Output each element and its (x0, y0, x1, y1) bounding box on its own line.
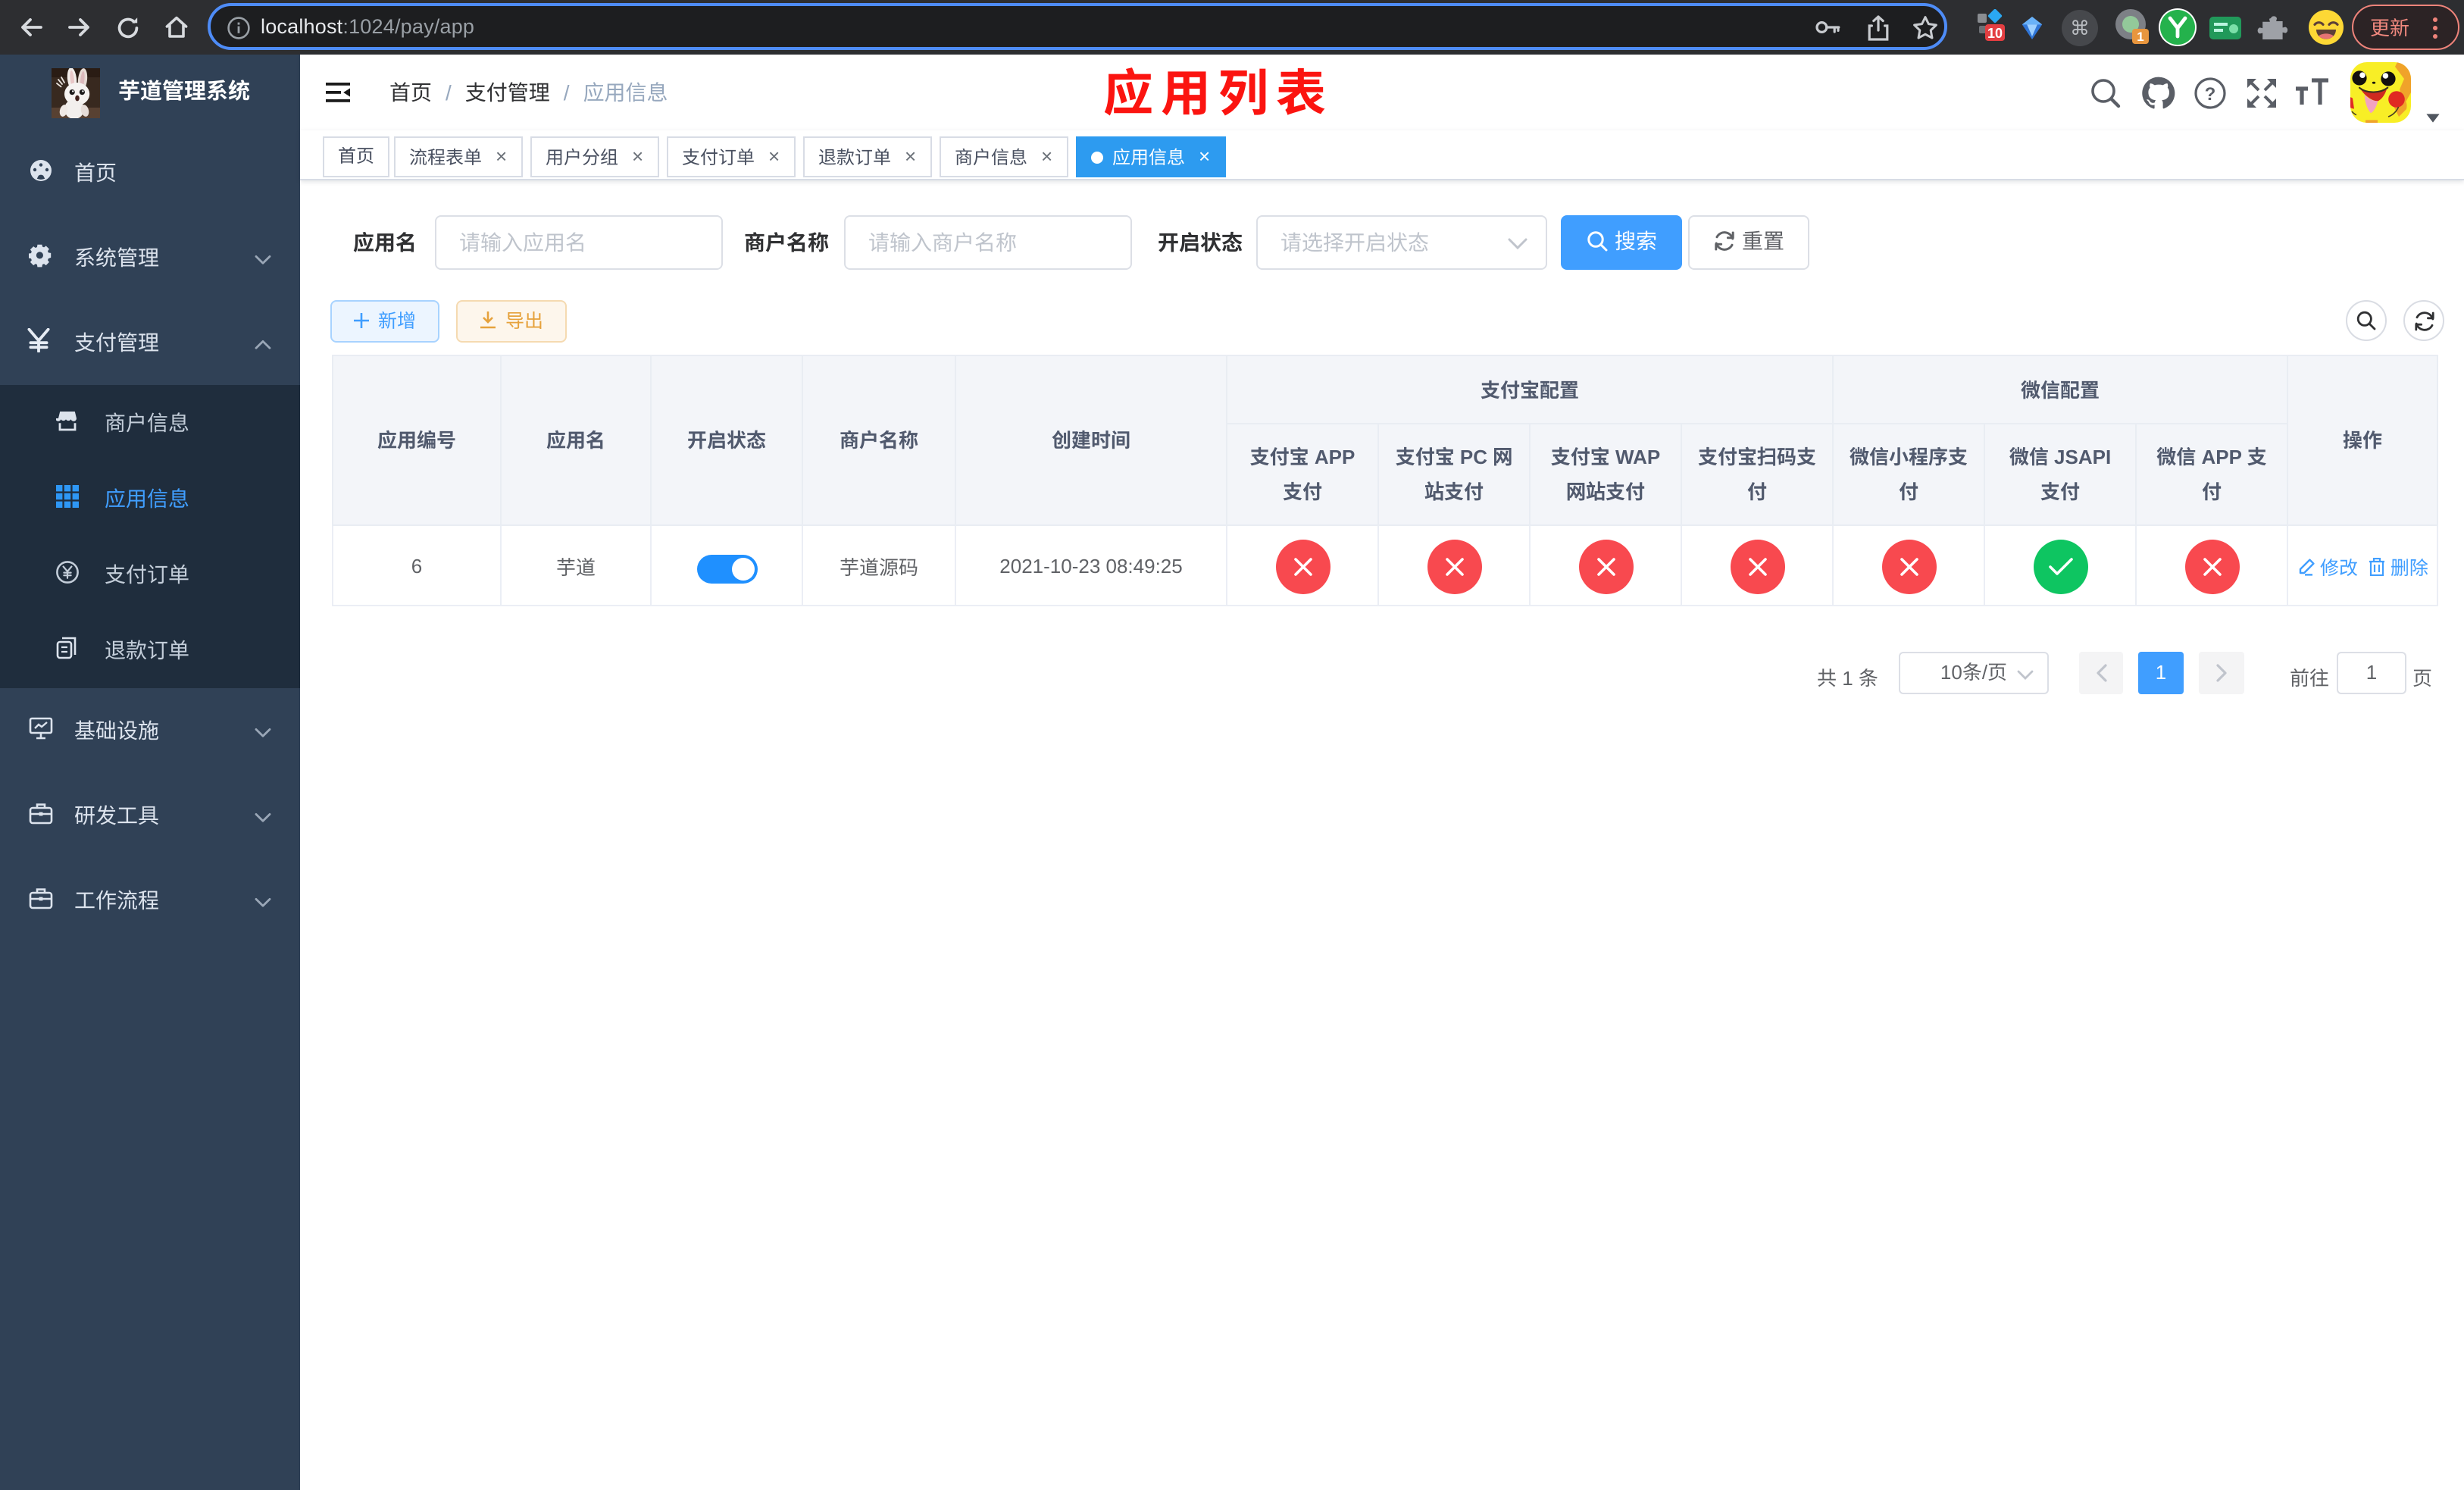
svg-text:10: 10 (1987, 26, 2003, 41)
svg-text:?: ? (2204, 83, 2215, 104)
svg-text:1: 1 (2137, 30, 2143, 44)
svg-text:⌘: ⌘ (2070, 16, 2090, 39)
